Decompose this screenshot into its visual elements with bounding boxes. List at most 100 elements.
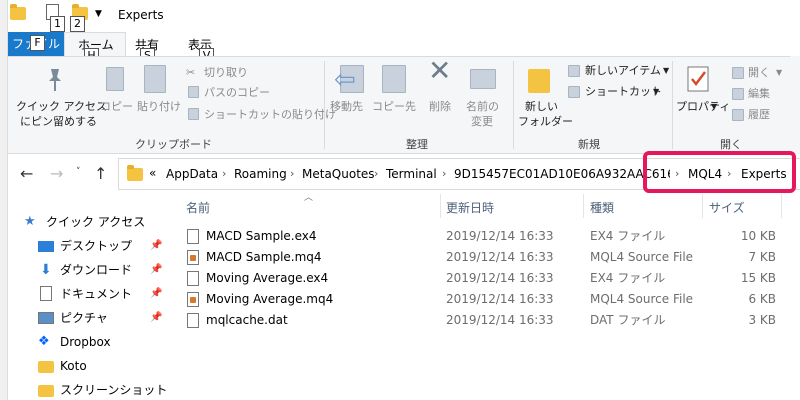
file-type: DAT ファイル [590,313,666,327]
column-header-name[interactable]: 名前 [186,199,210,216]
properties-dropdown-icon[interactable]: ▼ [711,99,717,114]
document-icon [40,286,52,301]
new-folder-icon [528,69,550,93]
column-divider[interactable] [702,194,703,218]
breadcrumb-separator-icon[interactable]: › [442,167,446,180]
file-name: Moving Average.mq4 [206,292,334,306]
navigation-pane: ★ クイック アクセス デスクトップ 📌 ⬇ ダウンロード 📌 ドキュメント 📌… [8,194,180,400]
file-size: 15 KB [740,271,776,285]
folder-icon [38,385,54,397]
forward-arrow-icon[interactable]: → [50,164,63,183]
new-item-button[interactable]: 新しいアイテム [585,63,661,78]
keytip-1: 1 [50,16,65,32]
rename-button-line1[interactable]: 名前の [466,99,499,114]
up-arrow-icon[interactable]: ↑ [94,164,107,183]
background-window-edge [0,0,8,400]
shortcut-icon [568,86,580,98]
highlight-annotation [643,151,796,193]
paste-shortcut-button[interactable]: ショートカットの貼り付け [204,107,336,122]
breadcrumb-roaming[interactable]: Roaming [234,167,287,181]
new-folder-button-line1[interactable]: 新しい [525,99,558,114]
qa-dropdown-icon[interactable]: ▼ [95,9,102,19]
file-modified: 2019/12/14 16:33 [446,229,554,243]
open-dropdown-icon[interactable]: ▼ [776,65,782,80]
new-item-dropdown-icon[interactable]: ▼ [663,63,669,78]
file-row[interactable]: Moving Average.mq4 2019/12/14 16:33 MQL4… [180,289,800,310]
back-arrow-icon[interactable]: ← [20,164,33,183]
clipboard-group-label: クリップボード [135,138,212,151]
folder-icon [10,4,26,21]
pin-quick-access-label-2[interactable]: にピン留めする [20,114,97,129]
breadcrumb-metaquotes[interactable]: MetaQuotes [302,167,375,181]
column-header-type[interactable]: 種類 [590,199,614,216]
breadcrumb-appdata[interactable]: AppData [166,167,218,181]
window-title: Experts [118,8,164,22]
column-header-size[interactable]: サイズ [709,199,745,216]
delete-icon: ✕ [428,54,452,87]
group-separator [324,61,325,149]
pin-icon[interactable]: 📌 [150,284,162,304]
copy-icon [106,67,124,91]
breadcrumb-terminal-id[interactable]: 9D15457EC01AD10E06A932AAC616DC3 [454,167,670,181]
paste-shortcut-icon [188,108,199,120]
new-folder-button-line2[interactable]: フォルダー [518,114,573,129]
file-name: MACD Sample.mq4 [206,250,322,264]
folder-icon [38,361,54,373]
file-row[interactable]: MACD Sample.mq4 2019/12/14 16:33 MQL4 So… [180,247,800,268]
mq4-file-icon [187,292,199,307]
desktop-icon [38,241,54,252]
properties-icon [687,66,709,92]
pin-icon[interactable]: 📌 [150,236,162,256]
pin-icon[interactable]: 📌 [150,260,162,280]
move-to-button[interactable]: 移動先 [330,99,363,114]
file-size: 7 KB [748,250,776,264]
nav-item-label: スクリーンショット [60,383,168,397]
scissors-icon: ✂ [186,66,196,79]
breadcrumb-separator-icon[interactable]: › [374,167,378,180]
open-button[interactable]: 開く [748,65,770,80]
column-header-modified[interactable]: 更新日時 [446,199,494,216]
title-bar: 1 2 ▼ Experts [8,0,800,32]
ribbon-overflow [790,56,800,154]
shortcut-dropdown-icon[interactable]: ▼ [653,84,659,99]
nav-item-label: Dropbox [60,335,111,349]
breadcrumb-terminal[interactable]: Terminal [386,167,437,181]
column-divider[interactable] [440,194,441,218]
shortcut-button[interactable]: ショートカット [585,84,662,99]
move-arrow-icon: ⇦ [334,65,356,95]
delete-button[interactable]: 削除 [429,99,451,114]
copy-to-button[interactable]: コピー先 [372,99,416,114]
dropbox-icon: ❖ [38,334,50,349]
file-row[interactable]: Moving Average.ex4 2019/12/14 16:33 EX4 … [180,268,800,289]
file-row[interactable]: MACD Sample.ex4 2019/12/14 16:33 EX4 ファイ… [180,226,800,247]
file-modified: 2019/12/14 16:33 [446,292,554,306]
keytip-2: 2 [70,16,85,32]
breadcrumb-separator-icon[interactable]: › [290,167,294,180]
properties-button[interactable]: プロパティ [676,99,730,114]
paste-icon [144,65,166,93]
pin-icon[interactable]: 📌 [150,308,162,328]
rename-button-line2[interactable]: 変更 [471,114,493,129]
nav-item-label: デスクトップ [60,239,133,253]
cut-button[interactable]: 切り取り [204,65,248,80]
keytip-file: F [30,35,45,51]
breadcrumb-overflow[interactable]: « [149,166,156,180]
copy-button[interactable]: コピー [100,99,133,114]
nav-item-label: クイック アクセス [46,215,146,229]
column-divider[interactable] [583,194,584,218]
edit-button[interactable]: 編集 [748,86,770,101]
recent-dropdown-icon[interactable]: ˅ [76,167,81,177]
column-divider[interactable] [781,194,782,218]
nav-item-label: ピクチャ [60,311,108,325]
pin-quick-access-label-1[interactable]: クイック アクセス [16,99,107,114]
copy-path-icon [188,86,199,98]
breadcrumb-separator-icon[interactable]: › [222,167,226,180]
paste-button[interactable]: 貼り付け [137,99,181,114]
edit-icon [732,88,744,100]
copy-path-button[interactable]: パスのコピー [204,85,270,100]
file-row[interactable]: mqlcache.dat 2019/12/14 16:33 DAT ファイル 3… [180,310,800,331]
open-group-label: 開く [720,138,742,151]
download-icon: ⬇ [40,262,52,278]
history-button[interactable]: 履歴 [748,107,770,122]
history-icon [732,109,744,121]
